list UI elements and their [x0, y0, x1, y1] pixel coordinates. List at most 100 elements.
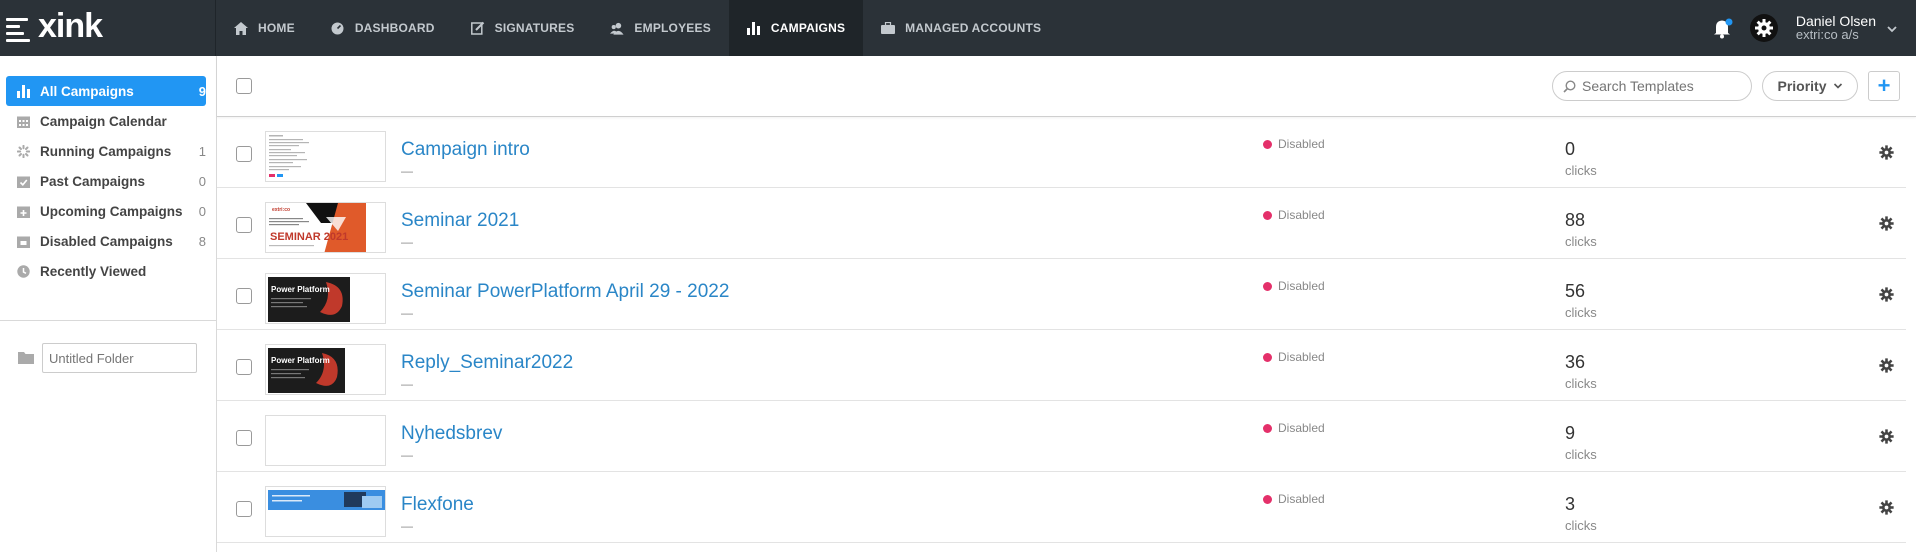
campaign-thumbnail[interactable] — [265, 415, 386, 466]
row-settings-gear-icon[interactable] — [1879, 287, 1894, 302]
search-box[interactable] — [1552, 71, 1752, 101]
nav-employees-label: EMPLOYEES — [634, 21, 711, 35]
status-dot — [1263, 352, 1272, 362]
nav-managed-accounts[interactable]: MANAGED ACCOUNTS — [863, 0, 1059, 56]
folder-icon — [18, 351, 34, 365]
campaign-thumbnail[interactable]: Power Platform — [265, 273, 386, 324]
table-row[interactable]: Nyhedsbrev — Disabled 9 clicks — [217, 401, 1906, 472]
chevron-down-icon — [1833, 83, 1842, 89]
sidebar-item-count: 0 — [198, 203, 206, 219]
campaign-thumbnail[interactable]: extri:co SEMINAR 2021 — [265, 202, 386, 253]
status-label: Disabled — [1278, 421, 1325, 435]
menu-icon[interactable] — [6, 13, 36, 43]
row-settings-gear-icon[interactable] — [1879, 429, 1894, 444]
sidebar-item-count: 0 — [198, 173, 206, 189]
thumbnail-brand: extri:co — [272, 207, 291, 213]
folder-name-input[interactable] — [42, 343, 197, 373]
sidebar-item-recently-viewed[interactable]: Recently Viewed — [6, 256, 206, 286]
table-row[interactable]: Power Platform Seminar PowerPlatform Apr… — [217, 259, 1906, 330]
sidebar-item-count: 1 — [198, 143, 206, 159]
campaign-subtitle: — — [401, 377, 413, 391]
campaign-list: Campaign intro — Disabled 0 clicks extri:… — [217, 117, 1906, 543]
sidebar-item-running-campaigns[interactable]: Running Campaigns 1 — [6, 136, 206, 166]
campaign-title-link[interactable]: Campaign intro — [401, 139, 530, 161]
campaign-title-link[interactable]: Reply_Seminar2022 — [401, 352, 573, 374]
nav-campaigns-label: CAMPAIGNS — [770, 21, 846, 35]
brand[interactable]: xink — [0, 0, 216, 56]
status-badge: Disabled — [1263, 137, 1325, 151]
campaign-thumbnail[interactable] — [265, 486, 386, 537]
sidebar: All Campaigns 9 Campaign Calendar Runnin… — [0, 56, 217, 552]
app-logo: xink — [38, 6, 103, 45]
campaign-subtitle: — — [401, 519, 413, 533]
select-all-checkbox[interactable] — [236, 78, 252, 94]
sidebar-item-label: Upcoming Campaigns — [40, 203, 183, 219]
calendar-plus-icon — [16, 204, 30, 218]
main-content: Priority + Campaign intro — Disabled 0 cl… — [217, 56, 1916, 552]
notifications-bell-icon[interactable] — [1712, 17, 1734, 39]
row-checkbox[interactable] — [236, 217, 252, 233]
click-count-label: clicks — [1565, 518, 1597, 533]
click-count-label: clicks — [1565, 305, 1597, 320]
table-row[interactable]: extri:co SEMINAR 2021 Seminar 2021 — Dis… — [217, 188, 1906, 259]
row-settings-gear-icon[interactable] — [1879, 145, 1894, 160]
table-row[interactable]: Flexfone — Disabled 3 clicks — [217, 472, 1906, 543]
campaign-title-link[interactable]: Flexfone — [401, 494, 474, 516]
bar-chart-icon — [747, 21, 761, 35]
click-count-label: clicks — [1565, 376, 1597, 391]
campaign-thumbnail[interactable] — [265, 131, 386, 182]
chevron-down-icon[interactable] — [1886, 22, 1898, 34]
click-count-value: 0 — [1565, 139, 1576, 159]
user-menu[interactable]: Daniel Olsen extri:co a/s — [1796, 14, 1876, 42]
sidebar-item-upcoming-campaigns[interactable]: Upcoming Campaigns 0 — [6, 196, 206, 226]
toolbar: Priority + — [217, 56, 1916, 117]
settings-gear-icon[interactable] — [1749, 14, 1778, 42]
click-count: 9 clicks — [1565, 423, 1597, 462]
nav-signatures[interactable]: SIGNATURES — [453, 0, 593, 56]
sort-dropdown[interactable]: Priority — [1762, 71, 1858, 101]
sidebar-item-past-campaigns[interactable]: Past Campaigns 0 — [6, 166, 206, 196]
campaign-title-link[interactable]: Nyhedsbrev — [401, 423, 502, 445]
top-bar: xink HOME DASHBOARD SIGNATURES EMPLOYEES — [0, 0, 1916, 56]
gauge-icon — [331, 21, 345, 35]
row-settings-gear-icon[interactable] — [1879, 216, 1894, 231]
table-row[interactable]: Power Platform Reply_Seminar2022 — Disab… — [217, 330, 1906, 401]
status-label: Disabled — [1278, 350, 1325, 364]
campaign-title-link[interactable]: Seminar 2021 — [401, 210, 519, 232]
nav-campaigns[interactable]: CAMPAIGNS — [728, 0, 864, 56]
row-checkbox[interactable] — [236, 430, 252, 446]
status-dot — [1263, 210, 1272, 220]
thumbnail-text: Power Platform — [271, 356, 330, 365]
sidebar-item-campaign-calendar[interactable]: Campaign Calendar — [6, 106, 206, 136]
status-dot — [1263, 139, 1272, 149]
row-checkbox[interactable] — [236, 359, 252, 375]
nav-employees[interactable]: EMPLOYEES — [592, 0, 728, 56]
search-input[interactable] — [1582, 78, 1742, 94]
add-campaign-button[interactable]: + — [1868, 71, 1900, 101]
sidebar-item-count: 8 — [198, 233, 206, 249]
sidebar-item-disabled-campaigns[interactable]: Disabled Campaigns 8 — [6, 226, 206, 256]
click-count-value: 3 — [1565, 494, 1576, 514]
click-count-label: clicks — [1565, 447, 1597, 462]
campaign-thumbnail[interactable]: Power Platform — [265, 344, 386, 395]
row-checkbox[interactable] — [236, 501, 252, 517]
top-right-tools: Daniel Olsen extri:co a/s — [1712, 0, 1916, 56]
nav-home[interactable]: HOME — [216, 0, 313, 56]
campaign-title-link[interactable]: Seminar PowerPlatform April 29 - 2022 — [401, 281, 729, 303]
table-row[interactable]: Campaign intro — Disabled 0 clicks — [217, 117, 1906, 188]
row-checkbox[interactable] — [236, 288, 252, 304]
row-settings-gear-icon[interactable] — [1879, 500, 1894, 515]
status-label: Disabled — [1278, 492, 1325, 506]
row-checkbox[interactable] — [236, 146, 252, 162]
row-settings-gear-icon[interactable] — [1879, 358, 1894, 373]
status-badge: Disabled — [1263, 421, 1325, 435]
campaign-subtitle: — — [401, 235, 413, 249]
sidebar-item-label: Campaign Calendar — [40, 113, 167, 129]
status-badge: Disabled — [1263, 492, 1325, 506]
click-count: 0 clicks — [1565, 139, 1597, 178]
user-company: extri:co a/s — [1795, 27, 1859, 42]
search-icon — [1563, 79, 1576, 93]
sidebar-item-all-campaigns[interactable]: All Campaigns 9 — [6, 76, 206, 106]
status-dot — [1263, 423, 1272, 433]
nav-dashboard[interactable]: DASHBOARD — [313, 0, 453, 56]
